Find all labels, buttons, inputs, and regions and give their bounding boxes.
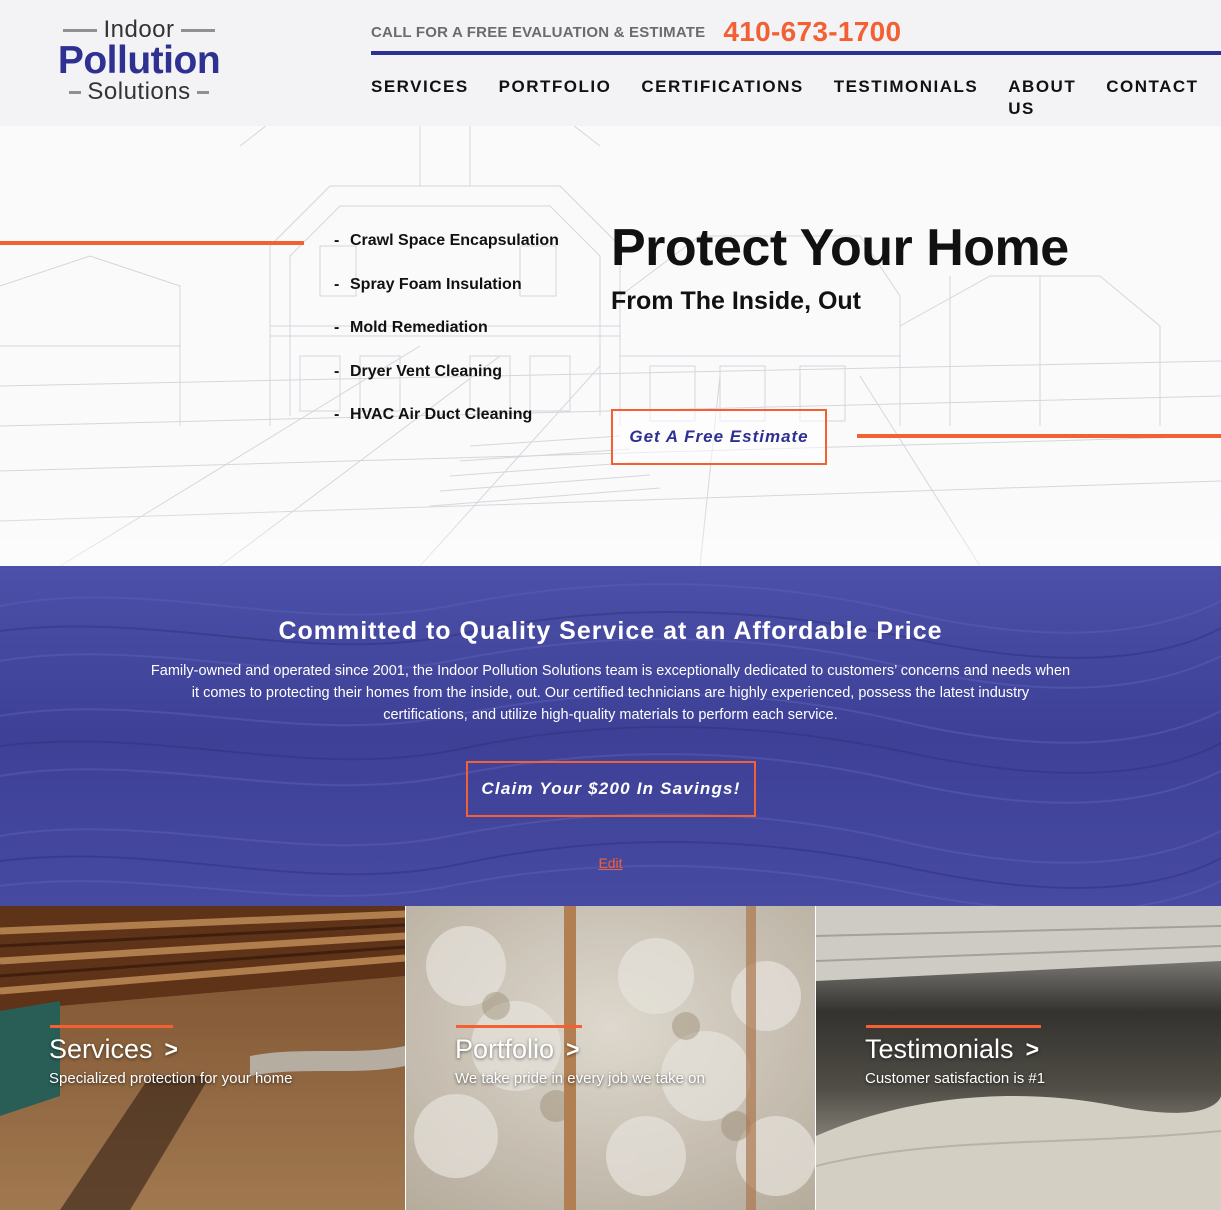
hero-title: Protect Your Home xyxy=(611,219,1069,277)
card-title-text: Portfolio xyxy=(455,1034,555,1064)
nav-about-us[interactable]: ABOUT US xyxy=(1008,76,1076,120)
hero-section: - Crawl Space Encapsulation - Spray Foam I… xyxy=(0,126,1221,566)
service-spray-foam: Spray Foam Insulation xyxy=(350,275,522,293)
company-logo[interactable]: Indoor Pollution Solutions xyxy=(50,18,228,106)
list-bullet: - xyxy=(334,275,340,293)
call-text: CALL FOR A FREE EVALUATION & ESTIMATE xyxy=(371,23,706,41)
service-hvac: HVAC Air Duct Cleaning xyxy=(350,406,533,423)
nav-testimonials[interactable]: TESTIMONIALS xyxy=(834,76,979,120)
service-crawl-space: Crawl Space Encapsulation xyxy=(350,232,559,249)
main-nav: SERVICES PORTFOLIO CERTIFICATIONS TESTIM… xyxy=(371,76,1221,120)
logo-dash xyxy=(63,28,98,32)
testimonials-card[interactable]: Testimonials > Customer satisfaction is … xyxy=(815,906,1221,1210)
services-card[interactable]: Services > Specialized protection for yo… xyxy=(0,906,405,1210)
list-item[interactable]: - Mold Remediation xyxy=(334,315,559,359)
service-dryer-vent: Dryer Vent Cleaning xyxy=(350,362,503,380)
site-header: Indoor Pollution Solutions CALL FOR A FR… xyxy=(0,0,1221,126)
card-title-text: Services xyxy=(49,1034,153,1064)
logo-dash xyxy=(69,90,82,94)
hero-subtitle: From The Inside, Out xyxy=(611,287,862,315)
list-bullet: - xyxy=(334,319,340,336)
card-subtitle: Specialized protection for your home xyxy=(49,1070,293,1087)
list-item[interactable]: - Dryer Vent Cleaning xyxy=(334,359,559,403)
logo-word-solutions: Solutions xyxy=(87,78,191,105)
edit-link[interactable]: Edit xyxy=(0,855,1221,871)
card-subtitle: We take pride in every job we take on xyxy=(455,1070,705,1087)
logo-line-2: Pollution xyxy=(50,39,228,82)
hero-accent-line-right xyxy=(857,434,1221,438)
nav-certifications[interactable]: CERTIFICATIONS xyxy=(641,76,803,120)
list-item[interactable]: - Crawl Space Encapsulation xyxy=(334,228,559,272)
chevron-right-icon: > xyxy=(164,1036,178,1062)
list-bullet: - xyxy=(334,362,340,380)
card-title: Testimonials > xyxy=(865,1033,1039,1065)
header-divider xyxy=(371,51,1221,55)
quality-service-section: Committed to Quality Service at an Affor… xyxy=(0,566,1221,906)
section-description: Family-owned and operated since 2001, th… xyxy=(150,663,1071,723)
nav-services[interactable]: SERVICES xyxy=(371,76,469,120)
logo-dash xyxy=(180,28,215,32)
card-title: Services > xyxy=(49,1033,178,1065)
hero-accent-line-left xyxy=(0,241,304,245)
nav-portfolio[interactable]: PORTFOLIO xyxy=(499,76,612,120)
logo-dash xyxy=(196,90,209,94)
service-mold: Mold Remediation xyxy=(350,319,488,336)
card-title-text: Testimonials xyxy=(865,1034,1014,1064)
card-accent-line xyxy=(456,1025,582,1028)
nav-contact[interactable]: CONTACT xyxy=(1106,76,1198,120)
house-blueprint-illustration xyxy=(0,126,1221,566)
call-bar: CALL FOR A FREE EVALUATION & ESTIMATE 41… xyxy=(371,14,901,50)
chevron-right-icon: > xyxy=(1025,1036,1039,1062)
section-title: Committed to Quality Service at an Affor… xyxy=(278,617,943,645)
phone-link[interactable]: 410-673-1700 xyxy=(723,16,901,48)
chevron-right-icon: > xyxy=(566,1036,580,1062)
claim-savings-button[interactable]: Claim Your $200 In Savings! xyxy=(466,761,756,817)
card-accent-line xyxy=(50,1025,173,1028)
free-estimate-button[interactable]: Get A Free Estimate xyxy=(611,409,827,465)
list-item[interactable]: - Spray Foam Insulation xyxy=(334,272,559,316)
logo-word-pollution: Pollution xyxy=(57,39,221,82)
list-item[interactable]: - HVAC Air Duct Cleaning xyxy=(334,402,559,446)
list-bullet: - xyxy=(334,232,340,249)
card-subtitle: Customer satisfaction is #1 xyxy=(865,1070,1046,1087)
portfolio-card[interactable]: Portfolio > We take pride in every job w… xyxy=(405,906,815,1210)
service-list: - Crawl Space Encapsulation - Spray Foam I… xyxy=(334,228,559,446)
card-title: Portfolio > xyxy=(455,1033,580,1065)
list-bullet: - xyxy=(334,406,340,423)
card-accent-line xyxy=(866,1025,1041,1028)
feature-cards: Services > Specialized protection for yo… xyxy=(0,906,1221,1210)
logo-line-3: Solutions xyxy=(50,80,228,104)
